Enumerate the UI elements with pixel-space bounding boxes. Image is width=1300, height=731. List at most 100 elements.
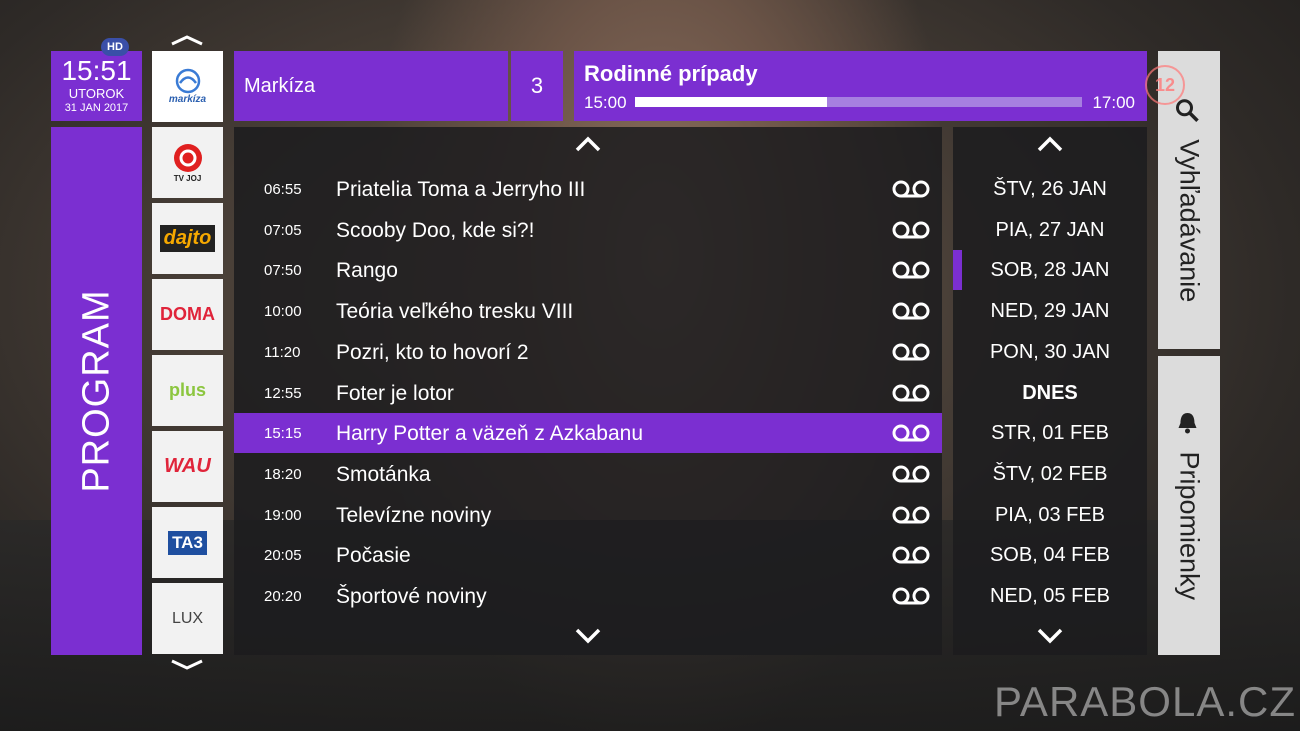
program-title: Športové noviny	[336, 585, 487, 608]
program-row[interactable]: 18:20 Smotánka	[234, 454, 942, 494]
program-time: 06:55	[264, 181, 302, 198]
program-row[interactable]: 11:20 Pozri, kto to hovorí 2	[234, 332, 942, 372]
bell-icon	[1178, 412, 1197, 433]
age-rating-badge: 12	[1145, 65, 1185, 105]
date-item[interactable]: SOB, 04 FEB	[953, 535, 1147, 575]
now-playing-start: 15:00	[584, 93, 627, 112]
channel-label: TA3	[168, 530, 207, 555]
date-item[interactable]: PIA, 03 FEB	[953, 495, 1147, 535]
record-icon[interactable]	[892, 384, 930, 407]
record-icon[interactable]	[892, 302, 930, 325]
channel-down-icon[interactable]	[152, 658, 223, 674]
program-row[interactable]: 12:55 Foter je lotor	[234, 373, 942, 413]
program-title: Smotánka	[336, 462, 431, 486]
channel-logo-ta3[interactable]: TA3	[152, 507, 223, 578]
program-time: 20:05	[264, 547, 302, 565]
hd-badge: HD	[101, 38, 129, 56]
record-icon[interactable]	[892, 424, 930, 447]
date-item[interactable]: NED, 05 FEB	[953, 576, 1147, 616]
chevron-down-icon[interactable]	[1036, 627, 1064, 650]
channel-label: WAU	[164, 455, 211, 477]
date-item[interactable]: NED, 29 JAN	[953, 291, 1147, 331]
program-row[interactable]: 07:50 Rango	[234, 250, 942, 290]
program-title: Priatelia Toma a Jerryho III	[336, 178, 586, 201]
channel-label: dajto	[159, 225, 216, 252]
chevron-down-icon[interactable]	[574, 627, 602, 650]
record-icon[interactable]	[892, 261, 930, 284]
channel-label: DOMA	[160, 304, 215, 324]
program-list: 06:55 Priatelia Toma a Jerryho III 07:05 Sc…	[234, 127, 942, 655]
date-item[interactable]: STR, 01 FEB	[953, 413, 1147, 453]
current-channel-number: 3	[511, 51, 563, 121]
program-time: 20:20	[264, 588, 302, 605]
program-time: 15:15	[264, 425, 302, 443]
channel-label: plus	[168, 380, 206, 400]
now-playing-progress	[635, 97, 1082, 107]
chevron-up-icon[interactable]	[1036, 135, 1064, 158]
chevron-up-icon[interactable]	[574, 135, 602, 158]
date-item[interactable]: SOB, 28 JAN	[953, 250, 1147, 290]
channel-list: markíza TV JOJ dajto DOMA plus WAU TA3 L…	[152, 51, 223, 659]
program-title: Televízne noviny	[336, 503, 492, 527]
channel-logo-plus[interactable]: plus	[152, 355, 223, 426]
record-icon[interactable]	[892, 180, 930, 203]
record-icon[interactable]	[892, 506, 930, 529]
date-item[interactable]: ŠTV, 02 FEB	[953, 454, 1147, 494]
program-row[interactable]: 20:05 Počasie	[234, 535, 942, 575]
program-row[interactable]: 19:00 Televízne noviny	[234, 495, 942, 535]
program-row[interactable]: 06:55 Priatelia Toma a Jerryho III	[234, 169, 942, 209]
program-row[interactable]: 07:05 Scooby Doo, kde si?!	[234, 210, 942, 250]
search-tab-label: Vyhľadávanie	[1174, 139, 1205, 303]
program-row[interactable]: 15:15 Harry Potter a väzeň z Azkabanu	[234, 413, 942, 454]
current-channel-name-box: Markíza	[234, 51, 508, 121]
date-item[interactable]: PON, 30 JAN	[953, 332, 1147, 372]
watermark: PARABOLA.CZ	[994, 678, 1296, 725]
clock-panel: 15:51 UTOROK 31 JAN 2017	[51, 51, 142, 121]
program-title: Teória veľkého tresku VIII	[336, 300, 574, 324]
search-icon	[1176, 99, 1199, 122]
program-time: 07:50	[264, 262, 302, 280]
reminders-tab[interactable]: Pripomienky	[1158, 356, 1220, 655]
channel-logo-wau[interactable]: WAU	[152, 431, 223, 502]
now-playing-title: Rodinné prípady	[584, 61, 758, 86]
clock-date: 31 JAN 2017	[64, 102, 129, 114]
current-channel-name: Markíza	[244, 75, 316, 97]
clock-day: UTOROK	[68, 86, 125, 101]
channel-logo-lux[interactable]: LUX	[152, 583, 223, 654]
program-title: Rango	[336, 259, 398, 283]
program-row[interactable]: 20:20 Športové noviny	[234, 576, 942, 616]
record-icon[interactable]	[892, 546, 930, 569]
channel-logo-doma[interactable]: DOMA	[152, 279, 223, 350]
program-title: Pozri, kto to hovorí 2	[336, 340, 529, 364]
search-tab-content: Vyhľadávanie	[1174, 98, 1205, 303]
record-icon[interactable]	[892, 465, 930, 488]
program-time: 07:05	[264, 221, 302, 239]
program-row[interactable]: 10:00 Teória veľkého tresku VIII	[234, 291, 942, 331]
record-icon[interactable]	[892, 221, 930, 244]
record-icon[interactable]	[892, 587, 930, 610]
program-title: Počasie	[336, 544, 411, 568]
date-item[interactable]: PIA, 27 JAN	[953, 210, 1147, 250]
channel-up-icon[interactable]	[152, 33, 223, 49]
program-time: 11:20	[264, 343, 301, 361]
markiza-logo-icon	[175, 68, 200, 94]
program-time: 18:20	[264, 465, 302, 483]
program-time: 10:00	[264, 303, 302, 321]
program-time: 12:55	[264, 384, 302, 402]
date-item[interactable]: ŠTV, 26 JAN	[953, 169, 1147, 209]
date-list: ŠTV, 26 JAN PIA, 27 JAN SOB, 28 JAN NED, 29…	[953, 127, 1147, 655]
record-icon[interactable]	[892, 343, 930, 366]
channel-logo-dajto[interactable]: dajto	[152, 203, 223, 274]
date-item-today[interactable]: DNES	[953, 373, 1147, 413]
channel-logo-markiza[interactable]: markíza	[152, 51, 223, 122]
now-playing-box: Rodinné prípady 15:00 17:00	[574, 51, 1147, 121]
channel-logo-tvjoj[interactable]: TV JOJ	[152, 127, 223, 198]
channel-label: markíza	[168, 94, 207, 105]
channel-label: LUX	[171, 609, 204, 627]
program-title: Scooby Doo, kde si?!	[336, 218, 535, 242]
channel-label: TV JOJ	[173, 174, 202, 183]
program-tab-label: PROGRAM	[75, 289, 117, 493]
program-tab[interactable]: PROGRAM	[51, 127, 142, 655]
clock-time: 15:51	[61, 55, 132, 86]
program-time: 19:00	[264, 506, 302, 524]
